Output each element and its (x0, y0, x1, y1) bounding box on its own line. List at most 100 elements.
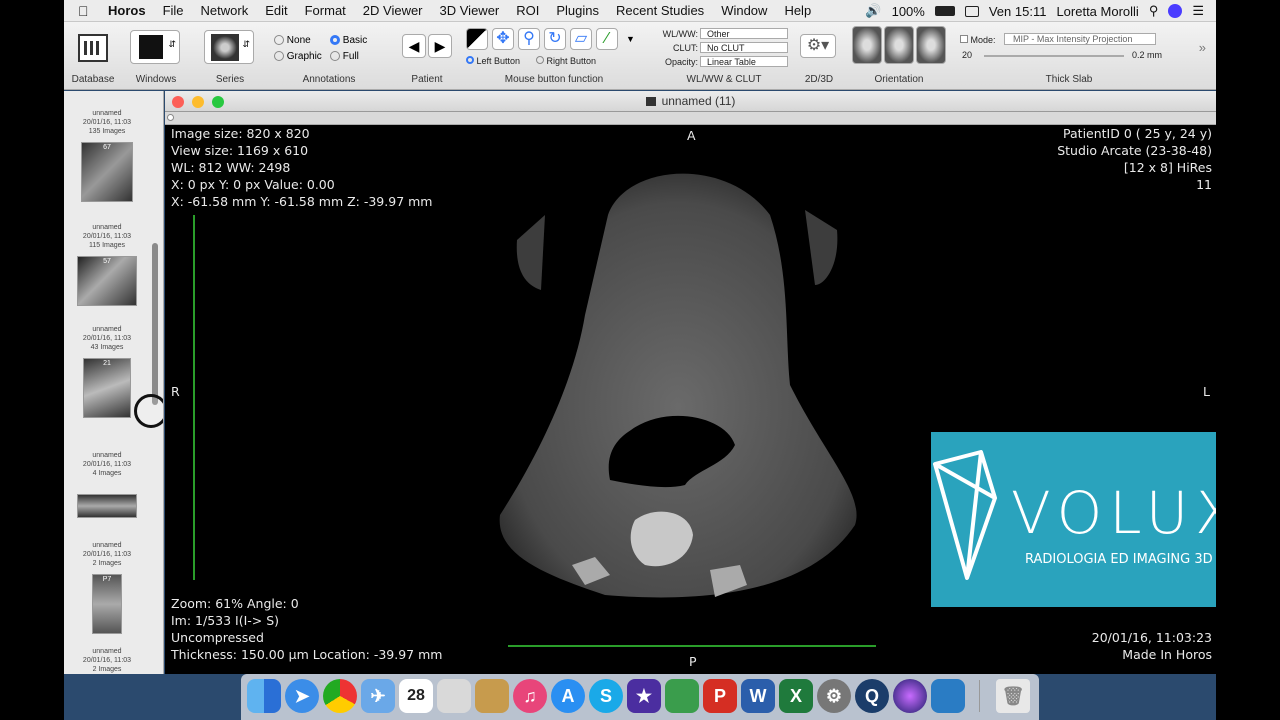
move-tool-icon[interactable]: ✥ (492, 28, 514, 50)
series-thumbnail[interactable]: 57 (77, 256, 137, 306)
scroll-tool-icon[interactable]: ▱ (570, 28, 592, 50)
zoom-tool-icon[interactable]: ⚲ (518, 28, 540, 50)
volume-icon[interactable]: 🔊 (865, 3, 881, 19)
thickness-text: Thickness: 150.00 µm Location: -39.97 mm (171, 647, 443, 662)
prev-patient-button[interactable]: ◀ (402, 34, 426, 58)
chevron-down-icon[interactable]: ▼ (626, 34, 635, 44)
series-thumbnail[interactable]: 67 (81, 142, 133, 202)
annot-full-radio[interactable]: Full (330, 51, 359, 62)
chrome-icon[interactable] (323, 679, 357, 713)
menu-plugins[interactable]: Plugins (556, 3, 599, 18)
series-name: unnamed (92, 224, 122, 231)
menu-roi[interactable]: ROI (516, 3, 539, 18)
series-item[interactable]: unnamed 20/01/16, 11:03 4 Images (64, 451, 150, 518)
menu-recent-studies[interactable]: Recent Studies (616, 3, 704, 18)
annot-basic-radio[interactable]: Basic (330, 35, 367, 46)
slider-knob[interactable] (167, 114, 174, 121)
siri-dock-icon[interactable] (893, 679, 927, 713)
powerpoint-icon[interactable]: P (703, 679, 737, 713)
series-item[interactable]: unnamed 20/01/16, 11:03 2 Images P7 (64, 541, 150, 634)
calendar-app-icon[interactable]: 28 (399, 679, 433, 713)
series-item[interactable]: unnamed 20/01/16, 11:03 135 Images 67 (64, 109, 150, 202)
photos-icon[interactable] (437, 679, 471, 713)
left-button-radio[interactable]: Left Button (466, 56, 520, 66)
gear-icon: ⚙▾ (806, 37, 830, 54)
rotate-tool-icon[interactable]: ↻ (544, 28, 566, 50)
image-capture-icon[interactable] (665, 679, 699, 713)
sidebar-scrollbar[interactable] (152, 243, 158, 405)
2d3d-button[interactable]: ⚙▾ (800, 34, 836, 58)
right-button-radio[interactable]: Right Button (536, 56, 596, 66)
menu-window[interactable]: Window (721, 3, 767, 18)
window-titlebar[interactable]: unnamed (11) (165, 91, 1216, 112)
slab-slider[interactable] (984, 55, 1124, 57)
stepper-icon: ⇵ (242, 39, 250, 49)
slice-slider[interactable] (165, 112, 1216, 125)
iphoto-icon[interactable] (475, 679, 509, 713)
menu-edit[interactable]: Edit (265, 3, 287, 18)
series-thumbnail[interactable] (77, 494, 137, 518)
siri-icon[interactable] (1168, 4, 1183, 18)
opacity-select[interactable]: Linear Table (700, 56, 788, 67)
orientation-sagittal-button[interactable] (916, 26, 946, 64)
apple-icon[interactable]:  (78, 3, 94, 19)
wlww-select[interactable]: Other (700, 28, 788, 39)
spotlight-icon[interactable]: ⚲ (1149, 3, 1159, 19)
windows-label: Windows (135, 74, 177, 85)
menu-help[interactable]: Help (784, 3, 811, 18)
menu-format[interactable]: Format (305, 3, 346, 18)
battery-percent: 100% (891, 3, 925, 19)
horizontal-scale-bar (508, 645, 876, 647)
orientation-coronal-button[interactable] (884, 26, 914, 64)
notification-center-icon[interactable]: ☰ (1192, 3, 1204, 19)
close-icon[interactable] (172, 96, 184, 108)
series-item[interactable]: unnamed 20/01/16, 11:03 115 Images 57 (64, 223, 150, 306)
series-thumbnail[interactable]: P7 (92, 574, 122, 634)
preview-icon[interactable]: ✈ (361, 679, 395, 713)
calendar-day: 28 (407, 687, 425, 704)
overlay-top-left: Image size: 820 x 820 View size: 1169 x … (171, 125, 432, 210)
windows-button[interactable]: ⇵ (130, 30, 180, 64)
series-thumbnail[interactable]: 21 (83, 358, 131, 418)
minimize-icon[interactable] (192, 96, 204, 108)
safari-icon[interactable]: ➤ (285, 679, 319, 713)
quicktime-icon[interactable]: Q (855, 679, 889, 713)
calendar-icon[interactable] (964, 5, 979, 17)
skype-icon[interactable]: S (589, 679, 623, 713)
menu-file[interactable]: File (163, 3, 184, 18)
slab-mode-checkbox[interactable]: Mode: (960, 35, 996, 45)
annot-none-radio[interactable]: None (274, 35, 311, 46)
menu-3d-viewer[interactable]: 3D Viewer (440, 3, 500, 18)
menu-network[interactable]: Network (201, 3, 249, 18)
app-store-icon[interactable]: A (551, 679, 585, 713)
system-preferences-icon[interactable]: ⚙ (817, 679, 851, 713)
itunes-icon[interactable]: ♫ (513, 679, 547, 713)
measure-tool-icon[interactable]: ∕ (596, 28, 618, 50)
database-icon[interactable] (78, 34, 108, 62)
database-label: Database (71, 74, 115, 85)
orientation-axial-button[interactable] (852, 26, 882, 64)
next-patient-button[interactable]: ▶ (428, 34, 452, 58)
battery-icon[interactable] (934, 6, 955, 16)
zoom-window-icon[interactable] (212, 96, 224, 108)
menu-app[interactable]: Horos (108, 3, 146, 18)
series-item[interactable]: unnamed 20/01/16, 11:03 2 Images (64, 647, 150, 674)
word-icon[interactable]: W (741, 679, 775, 713)
clock[interactable]: Ven 15:11 (989, 4, 1047, 19)
menu-2d-viewer[interactable]: 2D Viewer (363, 3, 423, 18)
toolbar: Database ⇵ Windows ⇵ Series None Basic G… (64, 22, 1216, 90)
view-size-text: View size: 1169 x 610 (171, 143, 309, 158)
toolbar-overflow-icon[interactable]: » (1199, 40, 1206, 55)
excel-icon[interactable]: X (779, 679, 813, 713)
trash-icon[interactable]: 🗑 (996, 679, 1030, 713)
series-button[interactable]: ⇵ (204, 30, 254, 64)
orient-left: R (171, 384, 180, 399)
slab-mode-select[interactable]: MIP - Max Intensity Projection (1004, 33, 1156, 45)
imovie-icon[interactable]: ★ (627, 679, 661, 713)
wlww-tool-icon[interactable] (466, 28, 488, 50)
finder-icon[interactable] (247, 679, 281, 713)
user-name[interactable]: Loretta Morolli (1056, 4, 1138, 19)
annot-graphic-radio[interactable]: Graphic (274, 51, 322, 62)
horos-icon[interactable] (931, 679, 965, 713)
clut-select[interactable]: No CLUT (700, 42, 788, 53)
